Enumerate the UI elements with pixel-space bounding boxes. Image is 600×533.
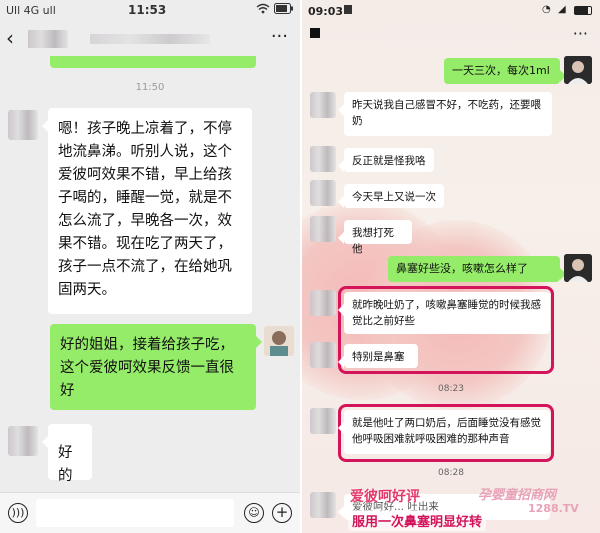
wifi-icon: ◔ <box>542 4 551 15</box>
signal-icon: ◢ <box>558 4 566 15</box>
voice-icon[interactable]: ))) <box>8 503 28 523</box>
message-bubble[interactable]: 嗯！孩子晚上凉着了，不停地流鼻涕。听别人说，这个爱彼呵效果不错，早上给孩子喝的，… <box>42 108 252 314</box>
watermark-site-url: 1288.TV <box>528 502 579 515</box>
user-avatar[interactable] <box>564 254 592 282</box>
message-bubble-sent[interactable]: 好的姐姐，接着给孩子吃，这个爱彼呵效果反馈一直很好 <box>50 324 262 410</box>
contact-avatar[interactable] <box>310 290 336 316</box>
message-input[interactable] <box>36 499 234 527</box>
user-avatar[interactable] <box>564 56 592 84</box>
contact-avatar[interactable] <box>310 180 336 206</box>
notification-icon <box>344 5 352 14</box>
status-time: 09:03 <box>308 5 344 18</box>
header-icon <box>310 28 320 38</box>
status-time: 11:53 <box>128 3 167 17</box>
status-bar: Ull 4G ull 11:53 <box>0 0 300 20</box>
previous-message-bubble <box>50 56 256 68</box>
back-button[interactable]: ‹ <box>6 26 14 50</box>
message-timestamp: 08:23 <box>438 384 464 394</box>
input-bar: ))) ☺ + <box>0 492 300 533</box>
blurred-contact-name <box>90 34 210 44</box>
carrier-signal: Ull 4G ull <box>6 4 56 17</box>
message-timestamp: 11:50 <box>135 82 165 93</box>
plus-icon[interactable]: + <box>272 503 292 523</box>
watermark-brand: 爱彼呵好评 <box>350 489 420 505</box>
watermark-site-name: 孕婴童招商网 <box>478 488 557 503</box>
contact-avatar[interactable] <box>310 492 336 518</box>
user-avatar[interactable] <box>264 326 294 356</box>
message-bubble[interactable]: 特别是鼻塞 <box>338 344 418 368</box>
contact-avatar[interactable] <box>310 408 336 434</box>
message-bubble[interactable]: 昨天说我自己感冒不好，不吃药，还要喂奶 <box>338 92 552 136</box>
message-bubble[interactable]: 就是他吐了两口奶后，后面睡觉没有感觉他呼吸困难就呼吸困难的那种声音 <box>338 410 550 454</box>
contact-avatar[interactable] <box>310 92 336 118</box>
battery-icon <box>274 3 294 17</box>
left-chat-screen: Ull 4G ull 11:53 ‹ ··· 11:50 嗯！孩子晚上凉着了，不… <box>0 0 300 533</box>
message-bubble[interactable]: 好的 <box>42 424 92 484</box>
contact-avatar[interactable] <box>8 110 38 140</box>
contact-avatar[interactable] <box>8 426 38 456</box>
wifi-icon <box>256 3 270 17</box>
contact-avatar[interactable] <box>310 146 336 172</box>
message-bubble[interactable]: 我想打死他 <box>338 220 412 255</box>
message-bubble-sent[interactable]: 鼻塞好些没，咳嗽怎么样了 <box>388 256 566 282</box>
more-options-button[interactable]: ··· <box>271 26 288 47</box>
emoji-icon[interactable]: ☺ <box>244 503 264 523</box>
more-options-button[interactable]: ··· <box>573 24 588 43</box>
blurred-contact-name <box>28 30 68 48</box>
message-bubble[interactable]: 反正就是怪我咯 <box>338 148 434 172</box>
contact-avatar[interactable] <box>310 216 336 242</box>
message-timestamp: 08:28 <box>438 468 464 478</box>
right-chat-screen: 09:03 ◔ ◢ ··· 一天三次，每次1ml 昨天说我自己感冒不好，不吃药，… <box>302 0 600 533</box>
chat-header: ‹ ··· <box>0 20 300 56</box>
message-bubble-sent[interactable]: 一天三次，每次1ml <box>444 58 566 84</box>
message-bubble[interactable]: 就昨晚吐奶了，咳嗽鼻塞睡觉的时候我感觉比之前好些 <box>338 292 550 334</box>
chat-header: ··· <box>302 22 600 48</box>
battery-icon <box>574 6 592 15</box>
status-bar: 09:03 ◔ ◢ <box>302 0 600 22</box>
watermark-caption: 服用一次鼻塞明显好转 <box>348 510 487 531</box>
message-bubble[interactable]: 今天早上又说一次 <box>338 184 444 208</box>
contact-avatar[interactable] <box>310 342 336 368</box>
